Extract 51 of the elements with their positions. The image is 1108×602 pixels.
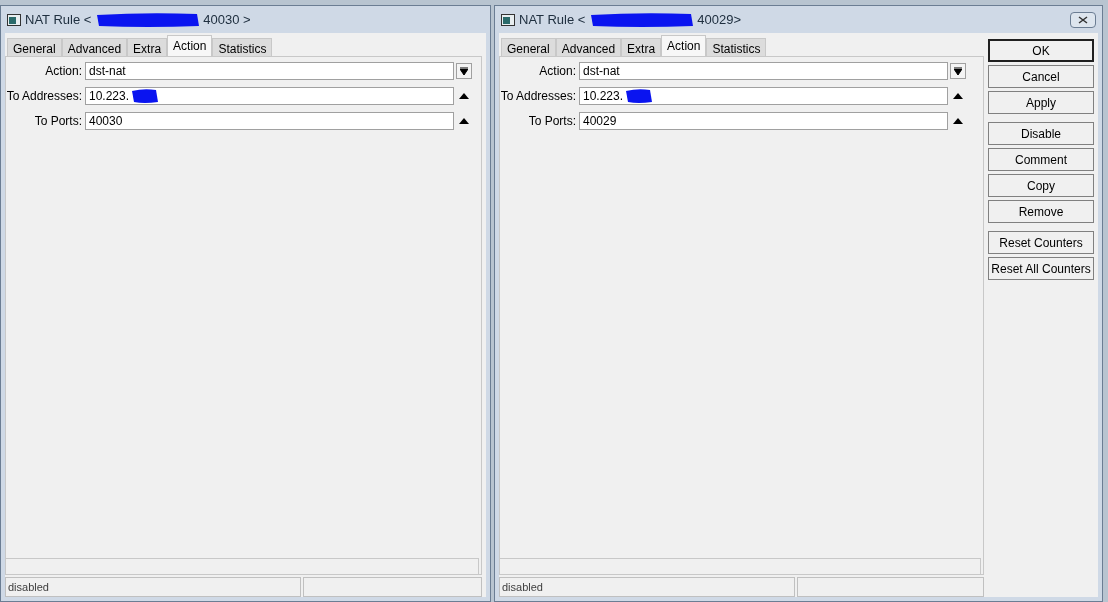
- input-field[interactable]: dst-nat: [579, 62, 948, 80]
- dialog-button[interactable]: Remove: [988, 200, 1094, 223]
- window-title: 40029>: [697, 10, 742, 29]
- field-label: To Ports:: [527, 113, 577, 130]
- redaction-mark: [624, 88, 653, 104]
- tab[interactable]: General: [7, 38, 62, 56]
- dialog-button[interactable]: Reset Counters: [988, 231, 1094, 254]
- input-field[interactable]: 40030: [85, 112, 454, 130]
- up-arrow-icon[interactable]: [459, 118, 469, 124]
- dialog-button[interactable]: Cancel: [988, 65, 1094, 88]
- tab[interactable]: Action: [167, 35, 213, 56]
- window-title: NAT Rule <: [25, 10, 92, 29]
- window-icon: [7, 13, 21, 26]
- field-label: Action:: [538, 63, 577, 80]
- dialog-button[interactable]: Reset All Counters: [988, 257, 1094, 280]
- input-field[interactable]: 10.223.: [85, 87, 454, 105]
- dropdown-button[interactable]: [456, 63, 472, 79]
- up-arrow-icon[interactable]: [953, 93, 963, 99]
- redaction-mark: [130, 88, 159, 104]
- dialog-button[interactable]: Copy: [988, 174, 1094, 197]
- tab[interactable]: Statistics: [706, 38, 767, 56]
- status-cell: disabled: [5, 577, 301, 597]
- window-title: NAT Rule <: [519, 10, 586, 29]
- up-arrow-icon[interactable]: [459, 93, 469, 99]
- input-field[interactable]: dst-nat: [85, 62, 454, 80]
- window-title: 40030 >: [203, 10, 251, 29]
- window-icon: [501, 13, 515, 26]
- dialog-button[interactable]: OK: [988, 39, 1094, 62]
- close-button[interactable]: [1070, 11, 1096, 28]
- close-icon: [1078, 15, 1088, 24]
- dialog-button[interactable]: Disable: [988, 122, 1094, 145]
- status-cell: disabled: [499, 577, 795, 597]
- field-label: To Addresses:: [6, 88, 83, 105]
- tab[interactable]: Advanced: [555, 38, 622, 56]
- field-label: Action:: [44, 63, 83, 80]
- dropdown-button[interactable]: [950, 63, 966, 79]
- tab[interactable]: Extra: [127, 38, 168, 56]
- dropdown-arrow-icon: [954, 66, 962, 76]
- field-label: To Ports:: [33, 113, 83, 130]
- input-field[interactable]: 40029: [579, 112, 948, 130]
- field-label: To Addresses:: [500, 88, 577, 105]
- tab[interactable]: General: [501, 38, 556, 56]
- input-field[interactable]: 10.223.: [579, 87, 948, 105]
- dropdown-arrow-icon: [460, 66, 468, 76]
- dialog-button[interactable]: Comment: [988, 148, 1094, 171]
- tab[interactable]: Extra: [621, 38, 662, 56]
- tab[interactable]: Statistics: [212, 38, 273, 56]
- tab[interactable]: Action: [661, 35, 707, 56]
- tab[interactable]: Advanced: [61, 38, 128, 56]
- up-arrow-icon[interactable]: [953, 118, 963, 124]
- dialog-button[interactable]: Apply: [988, 91, 1094, 114]
